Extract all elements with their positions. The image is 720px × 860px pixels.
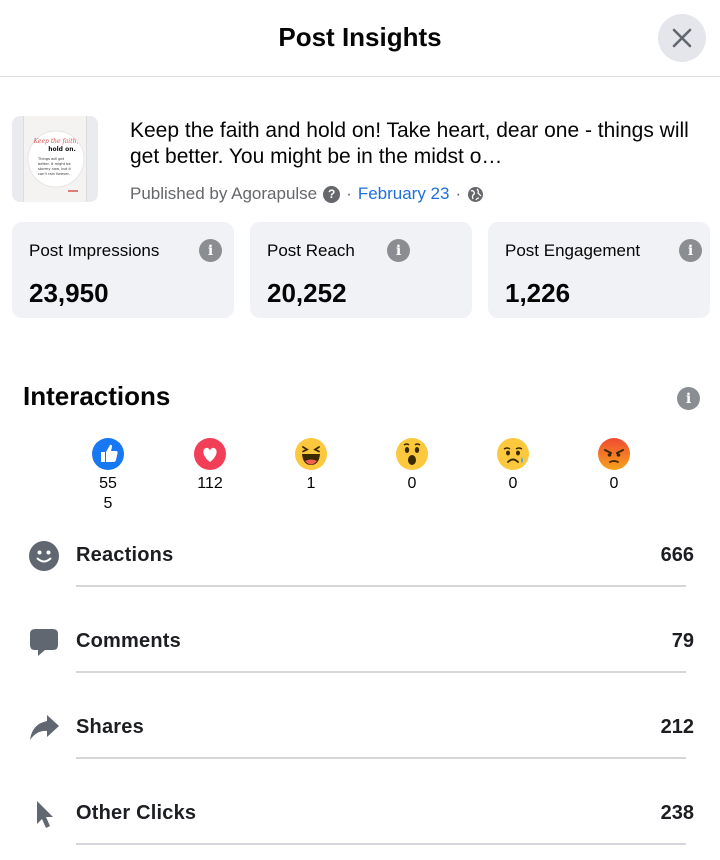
thumbnail-body-line-1: Things will get xyxy=(37,157,65,161)
close-button[interactable] xyxy=(658,14,706,62)
like-icon xyxy=(92,438,124,470)
thumbnail-body-line-2: better. It might be xyxy=(38,162,71,166)
thumbnail-body-line-3: stormy now, but it xyxy=(38,167,71,171)
row-other-clicks[interactable]: Other Clicks 238 xyxy=(0,790,720,860)
row-value: 238 xyxy=(660,802,694,824)
metric-label: Post Impressions xyxy=(29,241,160,260)
cursor-icon xyxy=(26,796,62,832)
wow-icon xyxy=(396,438,428,470)
post-message[interactable]: Keep the faith and hold on! Take heart, … xyxy=(130,118,700,170)
meta-separator: · xyxy=(346,184,352,203)
reaction-wow[interactable]: 0 xyxy=(382,438,442,494)
close-icon xyxy=(672,28,692,48)
row-label: Comments xyxy=(76,630,181,652)
row-comments[interactable]: Comments 79 xyxy=(0,618,720,688)
sad-icon xyxy=(497,438,529,470)
divider xyxy=(76,585,686,587)
love-icon xyxy=(194,438,226,470)
reaction-count: 0 xyxy=(609,475,619,492)
reaction-angry[interactable]: 0 xyxy=(584,438,644,494)
thumbnail-image: Keep the faith, hold on. Things will get… xyxy=(27,130,85,192)
row-label: Shares xyxy=(76,716,144,738)
reaction-sad[interactable]: 0 xyxy=(483,438,543,494)
post-preview: Keep the faith, hold on. Things will get… xyxy=(12,116,708,206)
reaction-count: 55 5 xyxy=(99,475,117,512)
row-value: 212 xyxy=(660,716,694,738)
interactions-info-icon[interactable]: i xyxy=(677,387,700,410)
row-shares[interactable]: Shares 212 xyxy=(0,704,720,774)
reaction-like[interactable]: 55 5 xyxy=(78,438,138,514)
share-icon xyxy=(26,710,62,746)
row-label: Other Clicks xyxy=(76,802,197,824)
post-date-link[interactable]: February 23 xyxy=(358,184,450,204)
haha-icon xyxy=(295,438,327,470)
thumbnail-body-line-4: can't rain forever. xyxy=(38,172,70,176)
metric-card-engagement: Post Engagement i 1,226 xyxy=(488,222,710,318)
row-label: Reactions xyxy=(76,544,174,566)
interactions-title: Interactions xyxy=(23,381,171,411)
divider xyxy=(76,757,686,759)
metric-value: 1,226 xyxy=(505,278,571,308)
reaction-count: 1 xyxy=(306,475,316,492)
comment-icon xyxy=(26,624,62,660)
reaction-love[interactable]: 112 xyxy=(180,438,240,494)
reaction-haha[interactable]: 1 xyxy=(281,438,341,494)
row-reactions[interactable]: Reactions 666 xyxy=(0,532,720,602)
thumbnail-script-title: Keep the faith, xyxy=(33,138,79,145)
reaction-count: 0 xyxy=(407,475,417,492)
thumbnail-bold-line: hold on. xyxy=(48,146,76,153)
metric-label: Post Engagement xyxy=(505,241,641,260)
metric-value: 20,252 xyxy=(267,278,347,308)
row-value: 666 xyxy=(660,544,694,566)
dialog-header: Post Insights xyxy=(0,0,720,77)
angry-icon xyxy=(598,438,630,470)
reaction-count: 112 xyxy=(197,475,223,492)
metric-card-impressions: Post Impressions i 23,950 xyxy=(12,222,234,318)
smiley-icon xyxy=(26,538,62,574)
metric-value: 23,950 xyxy=(29,278,109,308)
metric-card-reach: Post Reach i 20,252 xyxy=(250,222,472,318)
row-value: 79 xyxy=(671,630,694,652)
post-thumbnail[interactable]: Keep the faith, hold on. Things will get… xyxy=(12,116,98,202)
info-icon[interactable]: i xyxy=(679,239,702,262)
meta-separator: · xyxy=(455,184,462,203)
info-icon[interactable]: i xyxy=(199,239,222,262)
divider xyxy=(76,843,686,845)
info-icon[interactable]: i xyxy=(387,239,410,262)
dialog-title: Post Insights xyxy=(278,22,442,52)
help-icon[interactable]: ? xyxy=(323,185,341,203)
post-meta: Published by Agorapulse ? · February 23 … xyxy=(130,184,484,204)
reaction-count: 0 xyxy=(508,475,518,492)
divider xyxy=(76,671,686,673)
metric-label: Post Reach xyxy=(267,241,355,260)
published-by-text: Published by Agorapulse xyxy=(130,184,318,203)
globe-icon xyxy=(468,186,484,202)
